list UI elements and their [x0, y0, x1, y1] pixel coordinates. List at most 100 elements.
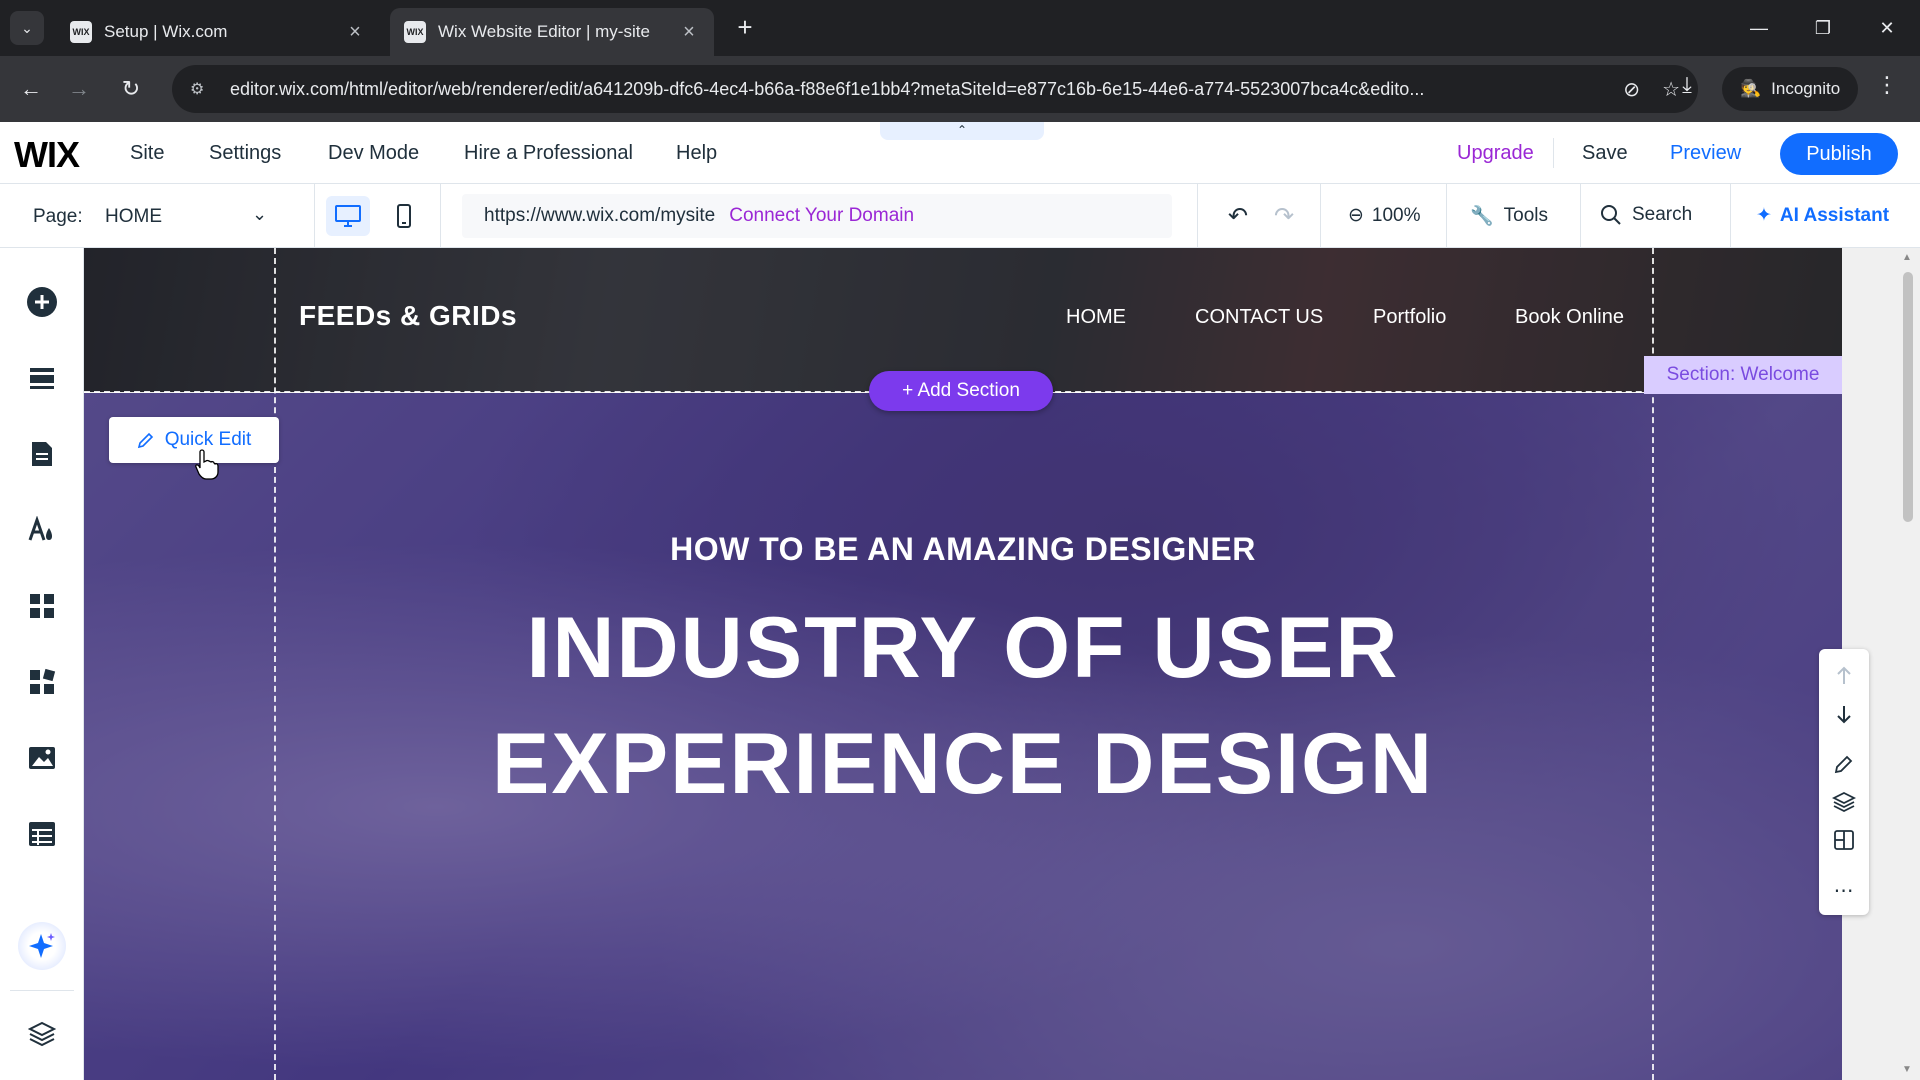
wrench-icon: 🔧 [1470, 206, 1494, 227]
reload-icon[interactable]: ↻ [114, 72, 148, 106]
section-layout-button[interactable] [1819, 823, 1869, 857]
business-apps-button[interactable] [22, 662, 62, 702]
move-down-button[interactable] [1819, 697, 1869, 731]
site-nav-home[interactable]: HOME [1066, 306, 1126, 329]
add-section-button[interactable]: + Add Section [869, 371, 1053, 411]
eye-off-icon[interactable]: ⊘ [1623, 77, 1640, 102]
new-tab-icon[interactable]: + [730, 12, 760, 42]
layers-button[interactable] [22, 1014, 62, 1054]
tools-label: Tools [1503, 205, 1549, 226]
site-nav-contact[interactable]: CONTACT US [1195, 306, 1323, 329]
ai-assistant-label: AI Assistant [1779, 204, 1890, 226]
url-text[interactable]: editor.wix.com/html/editor/web/renderer/… [230, 79, 1601, 100]
ai-assistant-button[interactable]: ✦ AI Assistant [1756, 204, 1889, 227]
publish-button[interactable]: Publish [1780, 133, 1898, 175]
layout-icon [1834, 830, 1854, 850]
ai-tools-button[interactable] [18, 922, 66, 970]
incognito-icon: 🕵 [1740, 79, 1762, 98]
canvas-scrollbar[interactable]: ▲ ▼ [1896, 248, 1920, 1080]
scroll-up-arrow-icon[interactable]: ▲ [1902, 252, 1912, 263]
sparkle-icon: ✦ [1756, 205, 1772, 226]
cms-icon [29, 822, 55, 846]
site-nav-portfolio[interactable]: Portfolio [1373, 306, 1446, 329]
tools-button[interactable]: 🔧 Tools [1470, 204, 1548, 228]
wix-logo[interactable]: WIX [14, 134, 80, 176]
section-label[interactable]: Section: Welcome [1644, 356, 1842, 394]
collapse-toolbar-handle[interactable]: ⌃ [880, 122, 1044, 140]
hero-subtitle[interactable]: HOW TO BE AN AMAZING DESIGNER [84, 531, 1842, 568]
connect-domain-link[interactable]: Connect Your Domain [729, 205, 914, 227]
url-omnibox[interactable]: ⚙ editor.wix.com/html/editor/web/rendere… [172, 65, 1698, 113]
chevron-down-icon[interactable]: ⌄ [252, 204, 267, 225]
search-label: Search [1632, 204, 1693, 225]
wix-favicon-icon: WIX [404, 21, 426, 43]
apps-button[interactable] [22, 586, 62, 626]
pencil-icon [137, 432, 153, 449]
browser-address-bar: ← → ↻ ⚙ editor.wix.com/html/editor/web/r… [0, 56, 1920, 122]
sections-button[interactable] [22, 358, 62, 398]
hero-title[interactable]: INDUSTRY OF USER EXPERIENCE DESIGN [84, 590, 1842, 822]
browser-tab-editor[interactable]: WIX Wix Website Editor | my-site × [390, 8, 714, 56]
sections-icon [30, 368, 54, 389]
scrollbar-thumb[interactable] [1903, 272, 1913, 522]
back-icon[interactable]: ← [14, 72, 48, 106]
site-url[interactable]: https://www.wix.com/mysite [484, 205, 715, 227]
tab-search-button[interactable]: ⌄ [10, 11, 44, 45]
menu-settings[interactable]: Settings [209, 142, 281, 165]
move-up-button[interactable] [1819, 659, 1869, 693]
hero-title-line-2: EXPERIENCE DESIGN [492, 716, 1434, 812]
forward-icon[interactable]: → [62, 72, 96, 106]
tab-title: Setup | Wix.com [104, 22, 228, 41]
chevron-up-icon: ⌃ [956, 123, 968, 137]
add-elements-icon [27, 287, 57, 317]
editor-canvas[interactable]: FEEDs & GRIDs HOME CONTACT US Portfolio … [84, 248, 1920, 1080]
menu-site[interactable]: Site [130, 142, 164, 165]
pages-icon [32, 442, 52, 466]
wix-editor-toolbar: Page: HOME ⌄ https://www.wix.com/mysite … [0, 184, 1920, 248]
incognito-badge[interactable]: 🕵 Incognito [1722, 67, 1859, 111]
menu-help[interactable]: Help [676, 142, 717, 165]
hero-title-line-1: INDUSTRY OF USER [526, 600, 1400, 696]
desktop-icon [335, 205, 361, 227]
left-toolbar [0, 248, 84, 1080]
minimize-icon[interactable]: — [1734, 10, 1784, 46]
menu-dev-mode[interactable]: Dev Mode [328, 142, 419, 165]
apps-icon [30, 594, 54, 618]
zoom-control[interactable]: ⊖ 100% [1348, 204, 1421, 227]
upgrade-link[interactable]: Upgrade [1457, 142, 1534, 165]
layers-icon [28, 1021, 56, 1047]
mobile-view-button[interactable] [382, 196, 426, 236]
business-apps-icon [30, 668, 56, 694]
download-icon[interactable]: ⤓ [1670, 72, 1704, 98]
scroll-down-arrow-icon[interactable]: ▼ [1902, 1064, 1912, 1075]
close-icon[interactable]: × [678, 21, 700, 44]
pages-button[interactable] [22, 434, 62, 474]
section-layers-button[interactable] [1819, 785, 1869, 819]
divider [1446, 184, 1447, 248]
restore-icon[interactable]: ❐ [1798, 10, 1848, 46]
close-icon[interactable]: × [344, 21, 366, 44]
browser-menu-icon[interactable]: ⋮ [1872, 72, 1902, 98]
page-selector[interactable]: HOME [105, 206, 162, 228]
redo-icon[interactable]: ↷ [1274, 202, 1294, 231]
desktop-view-button[interactable] [326, 196, 370, 236]
search-button[interactable]: Search [1600, 204, 1692, 226]
wix-top-bar: WIX Site Settings Dev Mode Hire a Profes… [0, 122, 1920, 184]
divider [1197, 184, 1198, 248]
add-elements-button[interactable] [22, 282, 62, 322]
more-actions-button[interactable]: ⋯ [1819, 873, 1869, 907]
close-window-icon[interactable]: ✕ [1862, 10, 1912, 46]
site-nav-book-online[interactable]: Book Online [1515, 306, 1624, 329]
preview-button[interactable]: Preview [1670, 142, 1741, 165]
site-settings-icon[interactable]: ⚙ [190, 79, 212, 99]
browser-tab-setup[interactable]: WIX Setup | Wix.com × [56, 8, 380, 56]
undo-icon[interactable]: ↶ [1228, 202, 1248, 231]
site-brand-logo[interactable]: FEEDs & GRIDs [299, 300, 517, 332]
save-button[interactable]: Save [1582, 142, 1628, 165]
media-button[interactable] [22, 738, 62, 778]
menu-hire-professional[interactable]: Hire a Professional [464, 142, 633, 165]
edit-section-button[interactable] [1819, 747, 1869, 781]
cms-button[interactable] [22, 814, 62, 854]
divider [1580, 184, 1581, 248]
site-design-button[interactable] [22, 510, 62, 550]
